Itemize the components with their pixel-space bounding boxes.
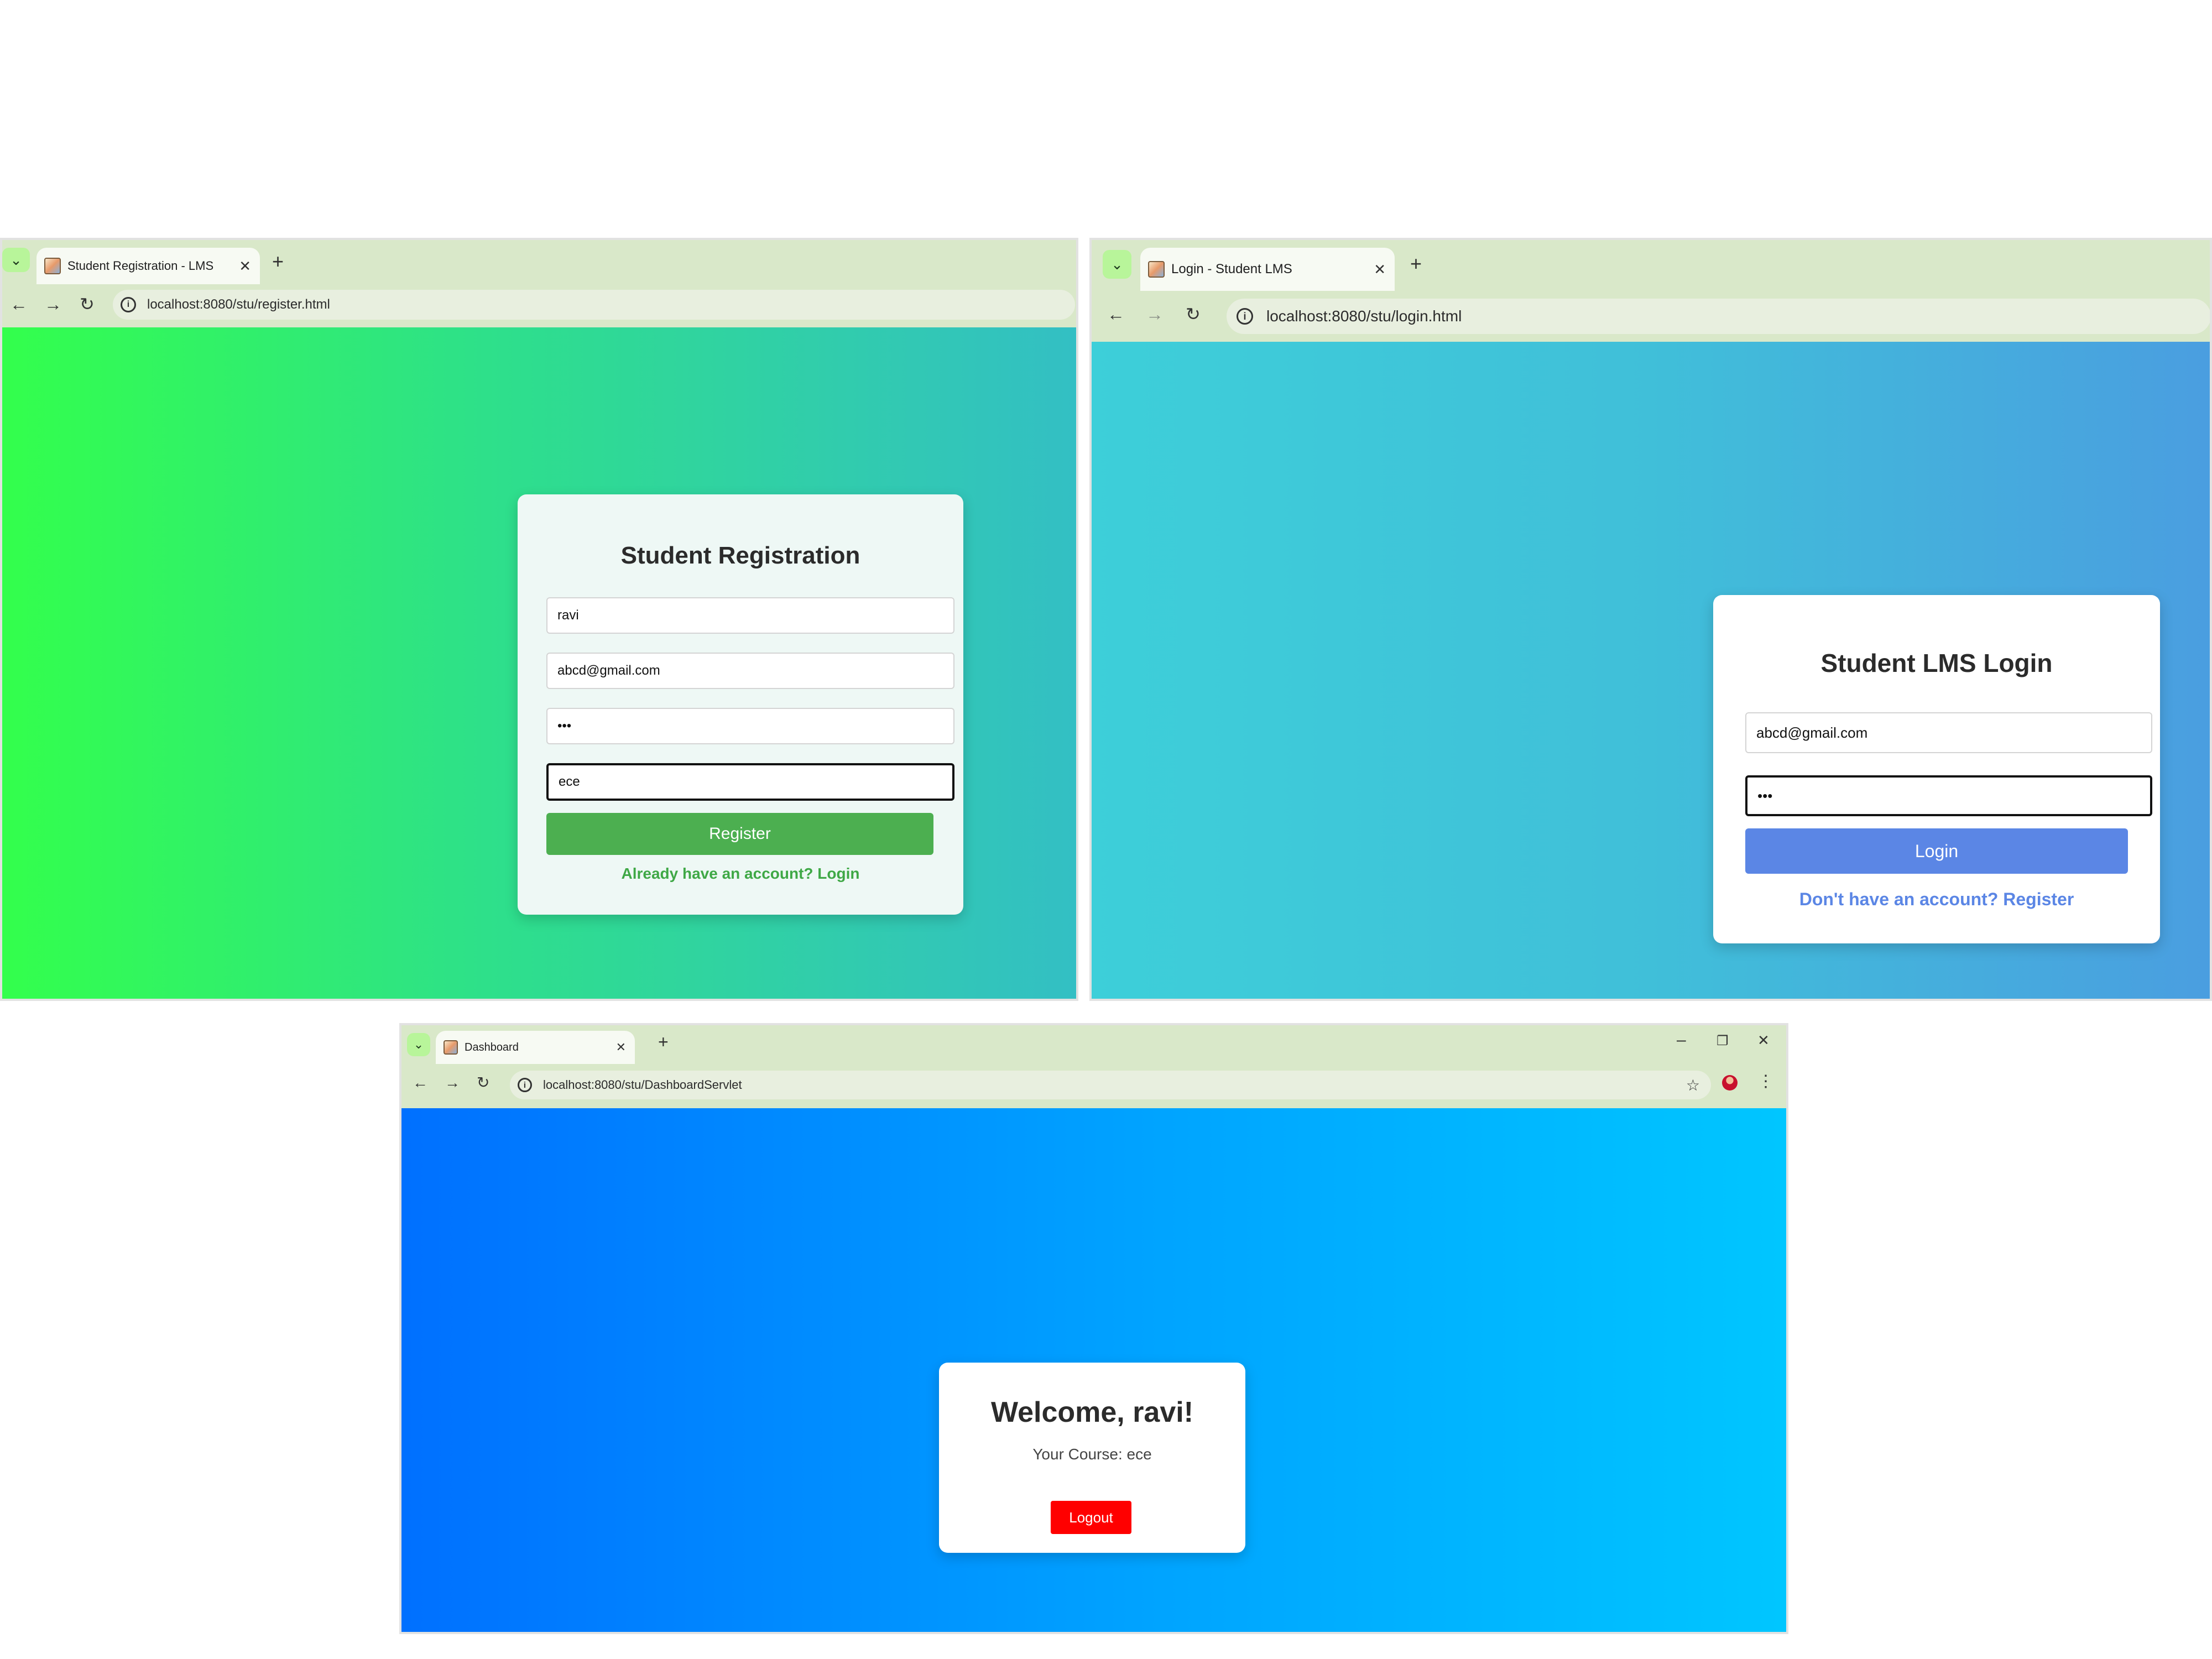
- arrow-left-icon[interactable]: ←: [413, 1074, 428, 1092]
- minimize-icon[interactable]: –: [1677, 1031, 1686, 1050]
- page-favicon-icon: [1148, 261, 1165, 278]
- browser-toolbar: ← → ↻ i localhost:8080/stu/DashboardServ…: [401, 1064, 1786, 1108]
- close-icon[interactable]: ✕: [616, 1040, 626, 1055]
- dashboard-card: Welcome, ravi! Your Course: ece Logout: [939, 1363, 1245, 1553]
- password-field[interactable]: •••: [546, 708, 954, 744]
- page-viewport: Student Registration ravi abcd@gmail.com…: [2, 327, 1076, 999]
- info-icon[interactable]: i: [1237, 308, 1253, 325]
- arrow-right-icon[interactable]: →: [1146, 304, 1164, 325]
- page-title: Student Registration: [620, 542, 860, 569]
- email-field[interactable]: abcd@gmail.com: [1745, 712, 2152, 753]
- tab-title: Login - Student LMS: [1171, 262, 1292, 276]
- close-icon[interactable]: ✕: [1374, 261, 1386, 278]
- info-icon[interactable]: i: [121, 297, 136, 312]
- name-field[interactable]: ravi: [546, 597, 954, 634]
- dashboard-browser-window: ⌄ Dashboard ✕ + – ❐ ✕ ← → ↻ i localhost:…: [399, 1023, 1788, 1634]
- star-icon[interactable]: ☆: [1686, 1076, 1700, 1094]
- login-card: Student LMS Login abcd@gmail.com ••• Log…: [1713, 595, 2160, 943]
- close-window-icon[interactable]: ✕: [1757, 1032, 1770, 1049]
- chevron-down-icon[interactable]: ⌄: [2, 248, 30, 272]
- course-field[interactable]: ece: [546, 763, 954, 801]
- url-text: localhost:8080/stu/login.html: [1266, 307, 1462, 325]
- tab-dashboard[interactable]: Dashboard ✕: [436, 1031, 635, 1064]
- register-browser-window: ⌄ Student Registration - LMS ✕ + ← → ↻ i…: [0, 238, 1078, 1001]
- plus-icon[interactable]: +: [272, 250, 284, 273]
- chevron-down-icon[interactable]: ⌄: [1103, 250, 1131, 279]
- tab-strip: ⌄ Dashboard ✕ + – ❐ ✕: [401, 1025, 1786, 1064]
- login-browser-window: ⌄ Login - Student LMS ✕ + ← → ↻ i localh…: [1089, 238, 2212, 1001]
- reload-icon[interactable]: ↻: [1186, 304, 1201, 325]
- password-field[interactable]: •••: [1745, 775, 2152, 816]
- avatar[interactable]: [1722, 1075, 1738, 1091]
- browser-toolbar: ← → ↻ i localhost:8080/stu/register.html: [2, 284, 1076, 327]
- browser-toolbar: ← → ↻ i localhost:8080/stu/login.html: [1092, 291, 2210, 342]
- tab-login[interactable]: Login - Student LMS ✕: [1140, 248, 1395, 291]
- page-viewport: Welcome, ravi! Your Course: ece Logout: [401, 1108, 1786, 1632]
- tab-title: Student Registration - LMS: [67, 259, 214, 273]
- address-bar[interactable]: i localhost:8080/stu/register.html: [113, 290, 1075, 320]
- tab-strip: ⌄ Login - Student LMS ✕ +: [1092, 240, 2210, 291]
- arrow-left-icon[interactable]: ←: [10, 294, 28, 315]
- arrow-right-icon[interactable]: →: [445, 1074, 460, 1092]
- registration-card: Student Registration ravi abcd@gmail.com…: [518, 494, 963, 915]
- welcome-heading: Welcome, ravi!: [990, 1396, 1194, 1428]
- page-favicon-icon: [44, 258, 61, 274]
- register-link[interactable]: Don't have an account? Register: [1713, 889, 2160, 910]
- arrow-left-icon[interactable]: ←: [1107, 304, 1125, 325]
- info-icon[interactable]: i: [518, 1078, 532, 1092]
- tab-title: Dashboard: [465, 1041, 519, 1053]
- kebab-menu-icon[interactable]: ⋮: [1757, 1072, 1774, 1091]
- reload-icon[interactable]: ↻: [477, 1073, 489, 1092]
- reload-icon[interactable]: ↻: [80, 294, 95, 315]
- logout-button[interactable]: Logout: [1051, 1501, 1131, 1534]
- login-button[interactable]: Login: [1745, 828, 2128, 874]
- plus-icon[interactable]: +: [658, 1032, 669, 1052]
- page-favicon-icon: [444, 1040, 458, 1055]
- restore-icon[interactable]: ❐: [1717, 1033, 1729, 1049]
- tab-register[interactable]: Student Registration - LMS ✕: [36, 248, 260, 284]
- close-icon[interactable]: ✕: [239, 258, 251, 275]
- tab-strip: ⌄ Student Registration - LMS ✕ +: [2, 240, 1076, 284]
- address-bar[interactable]: i localhost:8080/stu/login.html: [1227, 299, 2210, 334]
- address-bar[interactable]: i localhost:8080/stu/DashboardServlet ☆: [510, 1071, 1711, 1099]
- plus-icon[interactable]: +: [1410, 252, 1422, 275]
- arrow-right-icon[interactable]: →: [44, 294, 62, 315]
- course-text: Your Course: ece: [1032, 1446, 1152, 1463]
- url-text: localhost:8080/stu/register.html: [147, 297, 330, 312]
- register-button[interactable]: Register: [546, 813, 933, 855]
- email-field[interactable]: abcd@gmail.com: [546, 653, 954, 689]
- url-text: localhost:8080/stu/DashboardServlet: [543, 1078, 742, 1092]
- page-viewport: Student LMS Login abcd@gmail.com ••• Log…: [1092, 342, 2210, 999]
- page-title: Student LMS Login: [1820, 649, 2053, 677]
- login-link[interactable]: Already have an account? Login: [518, 865, 963, 883]
- chevron-down-icon[interactable]: ⌄: [407, 1033, 430, 1056]
